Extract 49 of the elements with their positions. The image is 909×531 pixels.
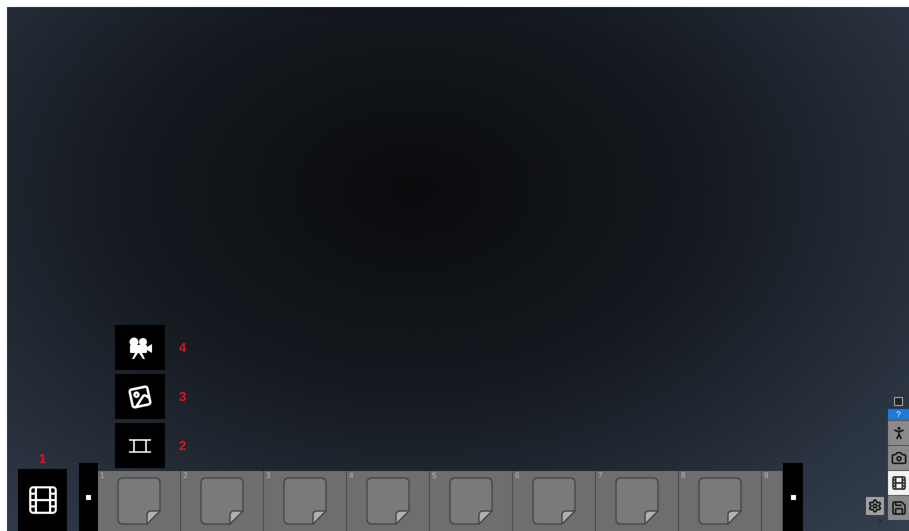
annotation-number: 2 xyxy=(179,436,186,455)
frame-slot[interactable]: 1 xyxy=(98,471,181,531)
page-icon xyxy=(200,477,244,525)
frame-slot[interactable]: 6 xyxy=(513,471,596,531)
film-button[interactable] xyxy=(18,469,67,531)
frame-slot[interactable]: 8 xyxy=(679,471,762,531)
menu-button[interactable] xyxy=(115,423,165,468)
frame-number: 5 xyxy=(432,472,436,480)
square-icon xyxy=(790,494,796,500)
film-icon xyxy=(890,475,906,491)
frame-number: 6 xyxy=(515,472,520,480)
tool-button[interactable] xyxy=(888,470,909,495)
frame-number: 7 xyxy=(598,472,602,480)
camera-icon xyxy=(890,450,906,466)
movie-camera-icon xyxy=(127,336,153,358)
annotation-number: 3 xyxy=(179,388,186,406)
film-strip-icon xyxy=(128,438,152,454)
frame-number: 4 xyxy=(349,472,354,480)
save-icon xyxy=(890,500,906,516)
small-square-icon xyxy=(894,397,903,406)
annotation-number: 4 xyxy=(179,338,186,357)
frame-slot[interactable]: 3 xyxy=(264,471,347,531)
page-icon xyxy=(366,477,410,525)
page-icon xyxy=(449,477,493,525)
menu-button[interactable] xyxy=(115,325,165,370)
annotation-number: 1 xyxy=(38,452,46,465)
frame-slot[interactable]: 7 xyxy=(596,471,679,531)
page-icon xyxy=(283,477,327,525)
frame-slot[interactable]: 9 xyxy=(762,471,783,531)
help-button[interactable]: ? xyxy=(888,409,909,420)
frame-number: 3 xyxy=(266,472,270,480)
frame-slot[interactable]: 2 xyxy=(181,471,264,531)
tool-button[interactable] xyxy=(888,420,909,445)
page-icon xyxy=(615,477,659,525)
frame-number: 2 xyxy=(183,472,188,480)
frame-slot[interactable]: 4 xyxy=(347,471,430,531)
page-icon xyxy=(698,477,742,525)
frame-slot[interactable]: 5 xyxy=(430,471,513,531)
tool-button[interactable] xyxy=(888,495,909,520)
frame-number: 9 xyxy=(764,472,768,480)
page-icon xyxy=(117,477,161,525)
settings-icon xyxy=(868,499,882,513)
frame-number: 1 xyxy=(100,472,104,480)
menu-button[interactable] xyxy=(115,374,165,419)
frame-number: 8 xyxy=(681,472,686,480)
settings-button[interactable] xyxy=(866,497,884,515)
tool-button[interactable] xyxy=(888,445,909,470)
square-icon xyxy=(86,494,91,500)
page-icon xyxy=(532,477,576,525)
